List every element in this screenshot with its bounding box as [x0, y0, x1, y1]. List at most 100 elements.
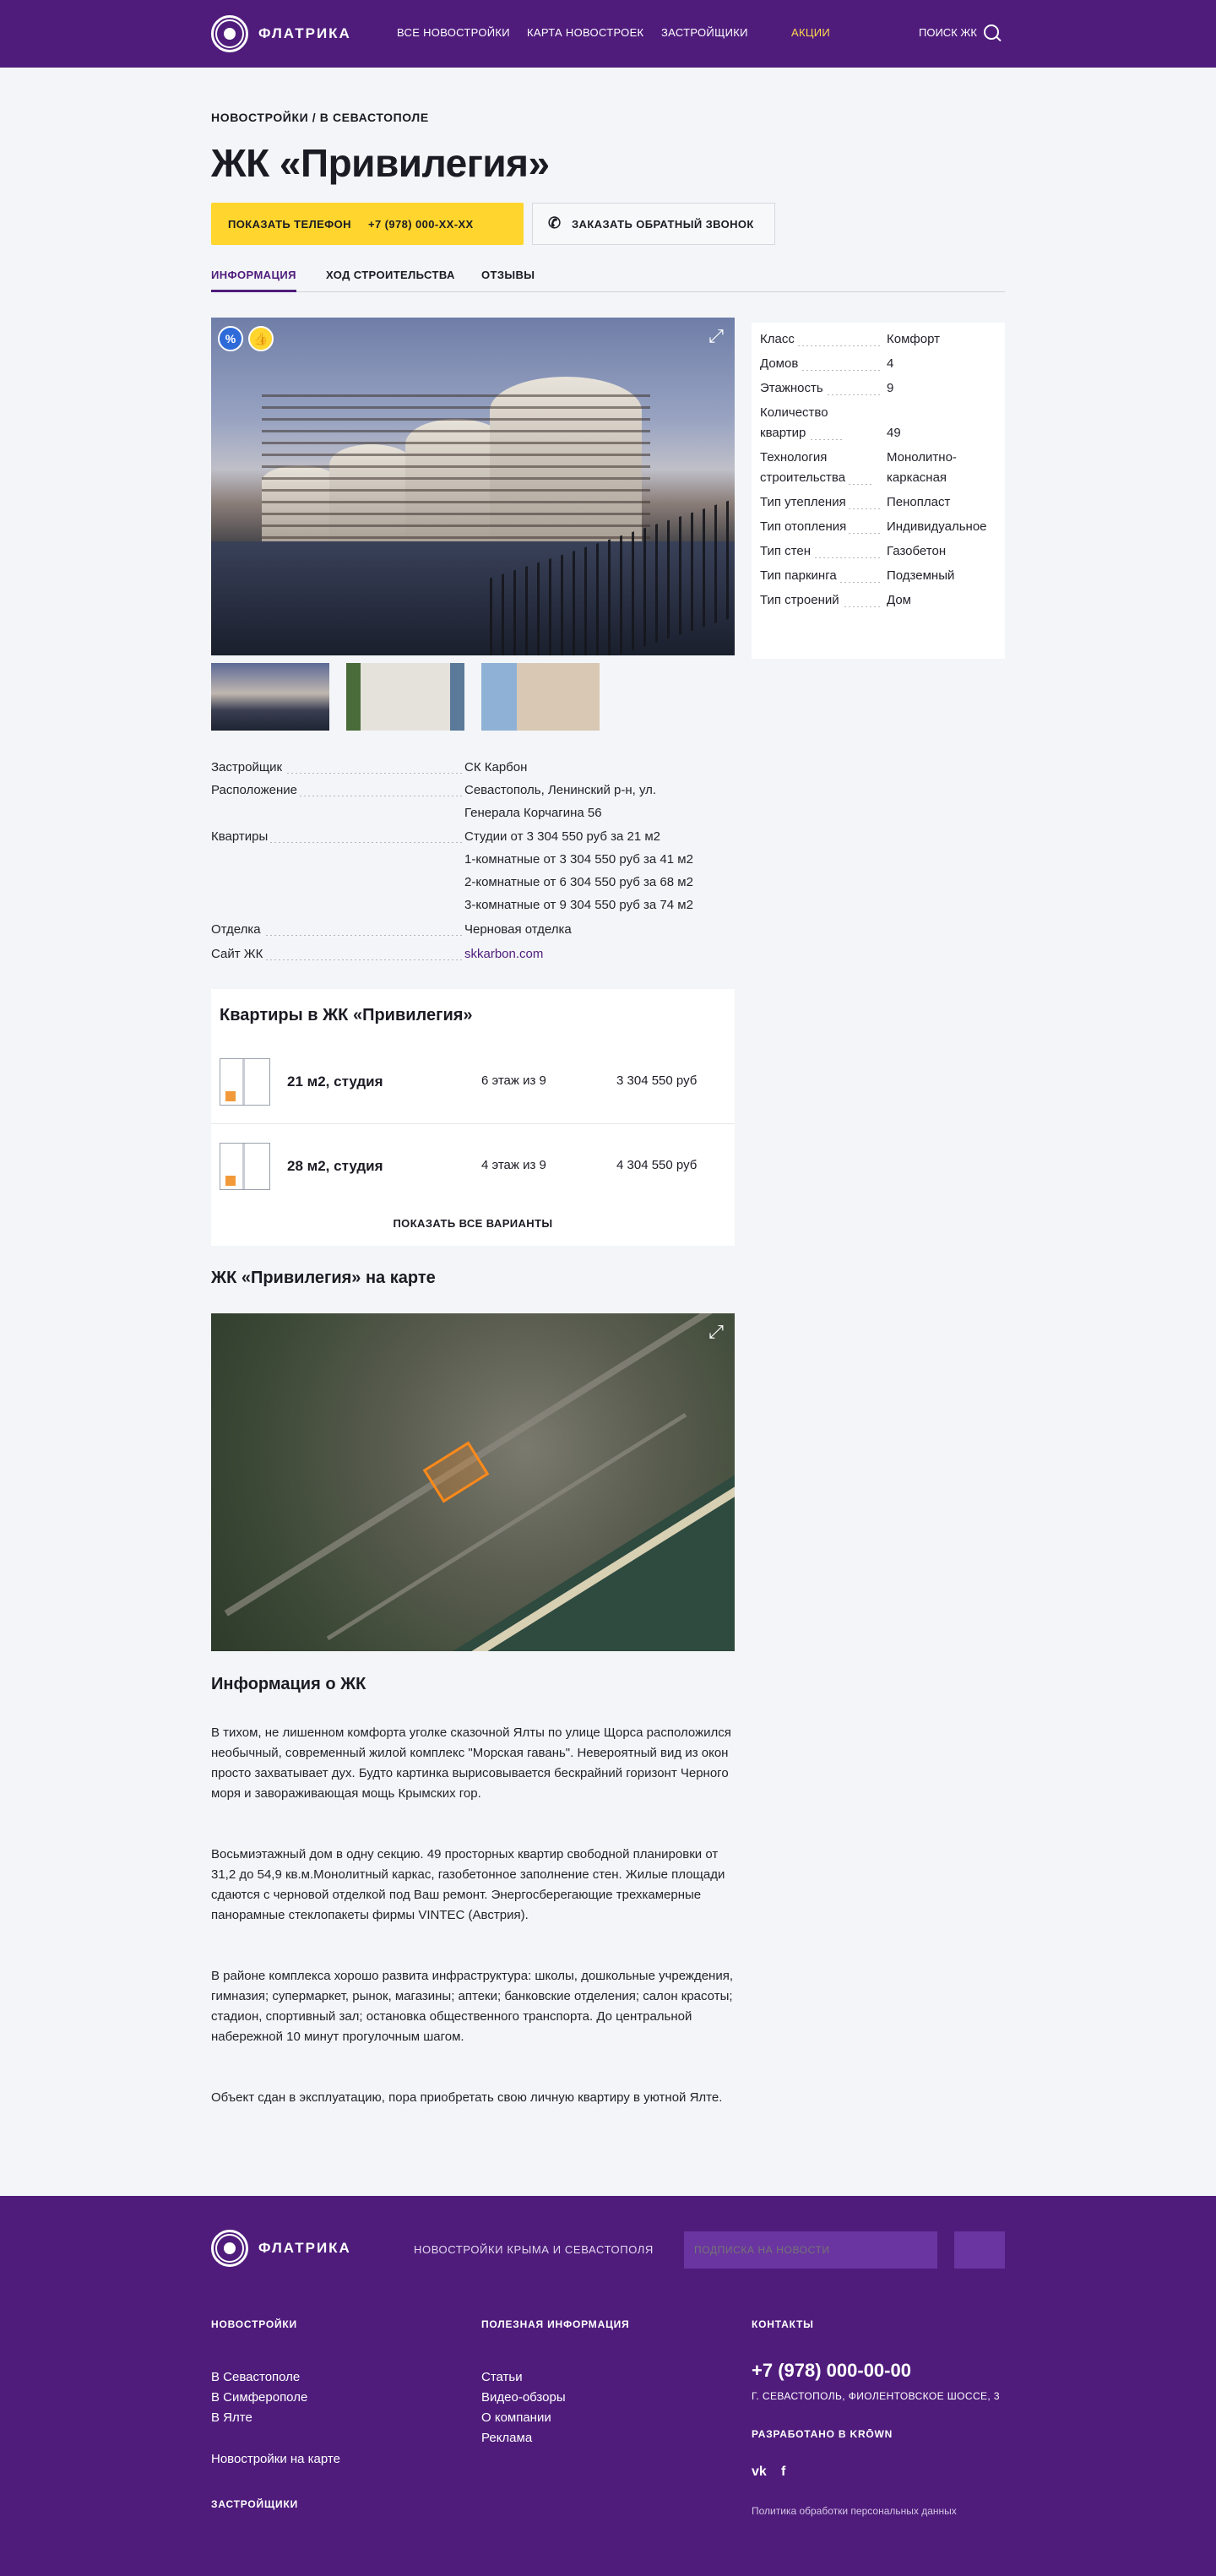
apartment-price: 3 304 550 руб	[616, 1073, 698, 1088]
apartment-size: 28 м2, студия	[287, 1158, 383, 1174]
privacy-policy-link[interactable]: Политика обработки персональных данных	[752, 2505, 957, 2517]
site-header: ФЛАТРИКА ВСЕ НОВОСТРОЙКИ КАРТА НОВОСТРОЕ…	[0, 0, 1216, 68]
detail-key: Отделка	[211, 922, 263, 937]
map-title: ЖК «Привилегия» на карте	[211, 1269, 436, 1287]
expand-icon[interactable]: ⤢	[706, 1322, 726, 1342]
search-label: ПОИСК ЖК	[919, 25, 977, 39]
apartment-row[interactable]: 28 м2, студия 4 этаж из 9 4 304 550 руб	[211, 1124, 735, 1209]
footer-link[interactable]: В Севастополе	[211, 2370, 300, 2384]
spec-value: 4	[887, 356, 894, 371]
footer-col-title: КОНТАКТЫ	[752, 2318, 814, 2330]
info-paragraph: В тихом, не лишенном комфорта уголке ска…	[211, 1725, 731, 1801]
expand-icon[interactable]: ⤢	[706, 326, 726, 346]
thumbnail[interactable]	[481, 663, 600, 731]
footer-link[interactable]: В Симферополе	[211, 2390, 307, 2405]
site-link[interactable]: skkarbon.com	[464, 947, 543, 961]
nav-all-buildings[interactable]: ВСЕ НОВОСТРОЙКИ	[397, 26, 510, 39]
apartment-floor: 6 этаж из 9	[481, 1073, 546, 1088]
detail-key: Сайт ЖК	[211, 947, 266, 961]
phone-icon	[548, 215, 563, 231]
subscribe-input[interactable]	[684, 2231, 937, 2269]
satellite-map[interactable]: ⤢	[211, 1313, 735, 1651]
tabs: ИНФОРМАЦИЯ ХОД СТРОИТЕЛЬСТВА ОТЗЫВЫ	[211, 269, 1005, 292]
spec-key: Класс	[760, 332, 797, 346]
detail-key: Застройщик	[211, 760, 285, 774]
detail-key: Расположение	[211, 783, 300, 797]
spec-key: Технология строительства	[760, 450, 849, 485]
spec-value: Подземный	[887, 568, 955, 583]
nav-buildings-map[interactable]: КАРТА НОВОСТРОЕК	[527, 26, 643, 39]
spec-value: Индивидуальное	[887, 519, 987, 534]
footer-phone[interactable]: +7 (978) 000-00-00	[752, 2360, 911, 2382]
detail-value: Севастополь, Ленинский р-н, ул. Генерала…	[464, 783, 657, 820]
logo-icon	[211, 2230, 248, 2267]
logo-text: ФЛАТРИКА	[258, 25, 351, 41]
footer-link[interactable]: В Ялте	[211, 2410, 252, 2425]
footer-logo[interactable]: ФЛАТРИКА	[211, 2230, 351, 2267]
site-footer: ФЛАТРИКА НОВОСТРОЙКИ КРЫМА И СЕВАСТОПОЛЯ…	[0, 2196, 1216, 2576]
show-phone-button[interactable]: ПОКАЗАТЬ ТЕЛЕФОН +7 (978) 000-ХХ-ХХ	[211, 203, 524, 245]
photo-thumbnails	[211, 663, 600, 731]
developed-by[interactable]: РАЗРАБОТАНО В KRŌWN	[752, 2428, 893, 2440]
footer-link[interactable]: Видео-обзоры	[481, 2390, 566, 2405]
page-title: ЖК «Привилегия»	[211, 141, 550, 185]
facebook-icon[interactable]: f	[781, 2465, 785, 2480]
search-button[interactable]: ПОИСК ЖК	[919, 24, 999, 40]
spec-value: Дом	[887, 593, 911, 607]
footer-address: Г. СЕВАСТОПОЛЬ, ФИОЛЕНТОВСКОЕ ШОССЕ, 3	[752, 2390, 1000, 2402]
spec-key: Количество квартир	[760, 405, 828, 440]
info-paragraph: Объект сдан в эксплуатацию, пора приобре…	[211, 2090, 723, 2105]
logo[interactable]: ФЛАТРИКА	[211, 14, 351, 53]
spec-value: Пенопласт	[887, 495, 951, 509]
info-title: Информация о ЖК	[211, 1675, 366, 1693]
apartment-floor: 4 этаж из 9	[481, 1158, 546, 1172]
discount-badge-icon: %	[218, 326, 243, 351]
thumbnail[interactable]	[346, 663, 464, 731]
spec-value: 49	[887, 426, 901, 440]
nav-developers[interactable]: ЗАСТРОЙЩИКИ	[661, 26, 748, 39]
thumbs-up-badge-icon: 👍	[248, 326, 274, 351]
tab-reviews[interactable]: ОТЗЫВЫ	[481, 269, 535, 292]
footer-link[interactable]: Реклама	[481, 2431, 532, 2445]
detail-value: Черновая отделка	[464, 922, 572, 937]
footer-tagline: НОВОСТРОЙКИ КРЫМА И СЕВАСТОПОЛЯ	[414, 2243, 654, 2256]
spec-key: Тип стен	[760, 544, 813, 558]
vk-icon[interactable]: vk	[752, 2465, 767, 2480]
footer-link[interactable]: Новостройки на карте	[211, 2452, 340, 2466]
floor-plan-image	[220, 1143, 270, 1190]
floor-plan-image	[220, 1058, 270, 1106]
spec-value: Монолитно-каркасная	[887, 450, 957, 485]
detail-value: Студии от 3 304 550 руб за 21 м2	[464, 829, 660, 844]
footer-developers-link[interactable]: ЗАСТРОЙЩИКИ	[211, 2498, 298, 2510]
search-icon	[983, 24, 999, 40]
footer-link[interactable]: О компании	[481, 2410, 551, 2425]
callback-button[interactable]: ЗАКАЗАТЬ ОБРАТНЫЙ ЗВОНОК	[532, 203, 775, 245]
show-phone-label: ПОКАЗАТЬ ТЕЛЕФОН	[228, 217, 351, 231]
specs-card: Класс Комфорт Домов 4 Этажность 9 Количе…	[752, 323, 1005, 659]
detail-value: СК Карбон	[464, 760, 528, 774]
detail-value: 3-комнатные от 9 304 550 руб за 74 м2	[464, 898, 693, 912]
callback-label: ЗАКАЗАТЬ ОБРАТНЫЙ ЗВОНОК	[572, 217, 754, 231]
spec-value: Комфорт	[887, 332, 940, 346]
subscribe-button[interactable]	[954, 2231, 1005, 2269]
tab-info[interactable]: ИНФОРМАЦИЯ	[211, 269, 296, 292]
phone-number: +7 (978) 000-ХХ-ХХ	[367, 217, 474, 231]
apartments-card: Квартиры в ЖК «Привилегия» 21 м2, студия…	[211, 989, 735, 1246]
spec-key: Этажность	[760, 381, 826, 395]
spec-key: Тип отопления	[760, 519, 850, 534]
show-all-button[interactable]: ПОКАЗАТЬ ВСЕ ВАРИАНТЫ	[211, 1217, 735, 1230]
breadcrumb[interactable]: НОВОСТРОЙКИ / В СЕВАСТОПОЛЕ	[211, 111, 429, 124]
tab-construction[interactable]: ХОД СТРОИТЕЛЬСТВА	[326, 269, 455, 292]
info-paragraph: Восьмиэтажный дом в одну секцию. 49 прос…	[211, 1847, 725, 1922]
spec-value: 9	[887, 381, 894, 395]
thumbnail[interactable]	[211, 663, 329, 731]
main-photo[interactable]: % 👍 ⤢	[211, 318, 735, 655]
apartment-size: 21 м2, студия	[287, 1073, 383, 1090]
logo-icon	[211, 15, 248, 52]
apartment-row[interactable]: 21 м2, студия 6 этаж из 9 3 304 550 руб	[211, 1040, 735, 1124]
spec-value: Газобетон	[887, 544, 947, 558]
nav-promotions[interactable]: АКЦИИ	[791, 26, 830, 39]
footer-link[interactable]: Статьи	[481, 2370, 523, 2384]
footer-col-title: ПОЛЕЗНАЯ ИНФОРМАЦИЯ	[481, 2318, 630, 2330]
spec-key: Тип строений	[760, 593, 842, 607]
